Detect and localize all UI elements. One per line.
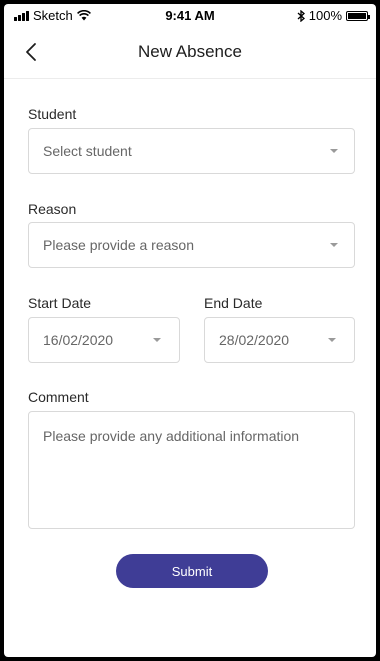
caret-down-icon [330,149,338,153]
phone-frame: Sketch 9:41 AM 100% New Absence Student … [0,0,380,661]
comment-label: Comment [28,389,89,405]
battery-icon [346,10,370,21]
student-placeholder: Select student [43,143,132,159]
start-date-select[interactable]: 16/02/2020 [28,317,180,363]
reason-label: Reason [28,201,77,217]
bluetooth-icon [297,9,305,22]
reason-select[interactable]: Please provide a reason [28,222,355,268]
start-date-label: Start Date [28,295,92,311]
page-title: New Absence [138,42,242,61]
status-bar: Sketch 9:41 AM 100% [4,4,376,26]
navigation-header: New Absence [4,26,376,79]
end-date-select[interactable]: 28/02/2020 [204,317,355,363]
end-date-value: 28/02/2020 [219,332,290,348]
student-label: Student [28,106,77,122]
caret-down-icon [330,243,338,247]
comment-textarea[interactable]: Please provide any additional informatio… [28,411,355,529]
caret-down-icon [153,338,161,342]
start-date-value: 16/02/2020 [43,332,114,348]
battery-percent: 100% [308,8,342,23]
reason-placeholder: Please provide a reason [43,237,194,253]
app-screen: Sketch 9:41 AM 100% New Absence Student … [4,4,376,657]
student-select[interactable]: Select student [28,128,355,174]
end-date-label: End Date [204,295,263,311]
comment-placeholder: Please provide any additional informatio… [43,428,300,444]
submit-button[interactable]: Submit [116,554,268,588]
status-right: 100% [297,8,370,23]
caret-down-icon [328,338,336,342]
